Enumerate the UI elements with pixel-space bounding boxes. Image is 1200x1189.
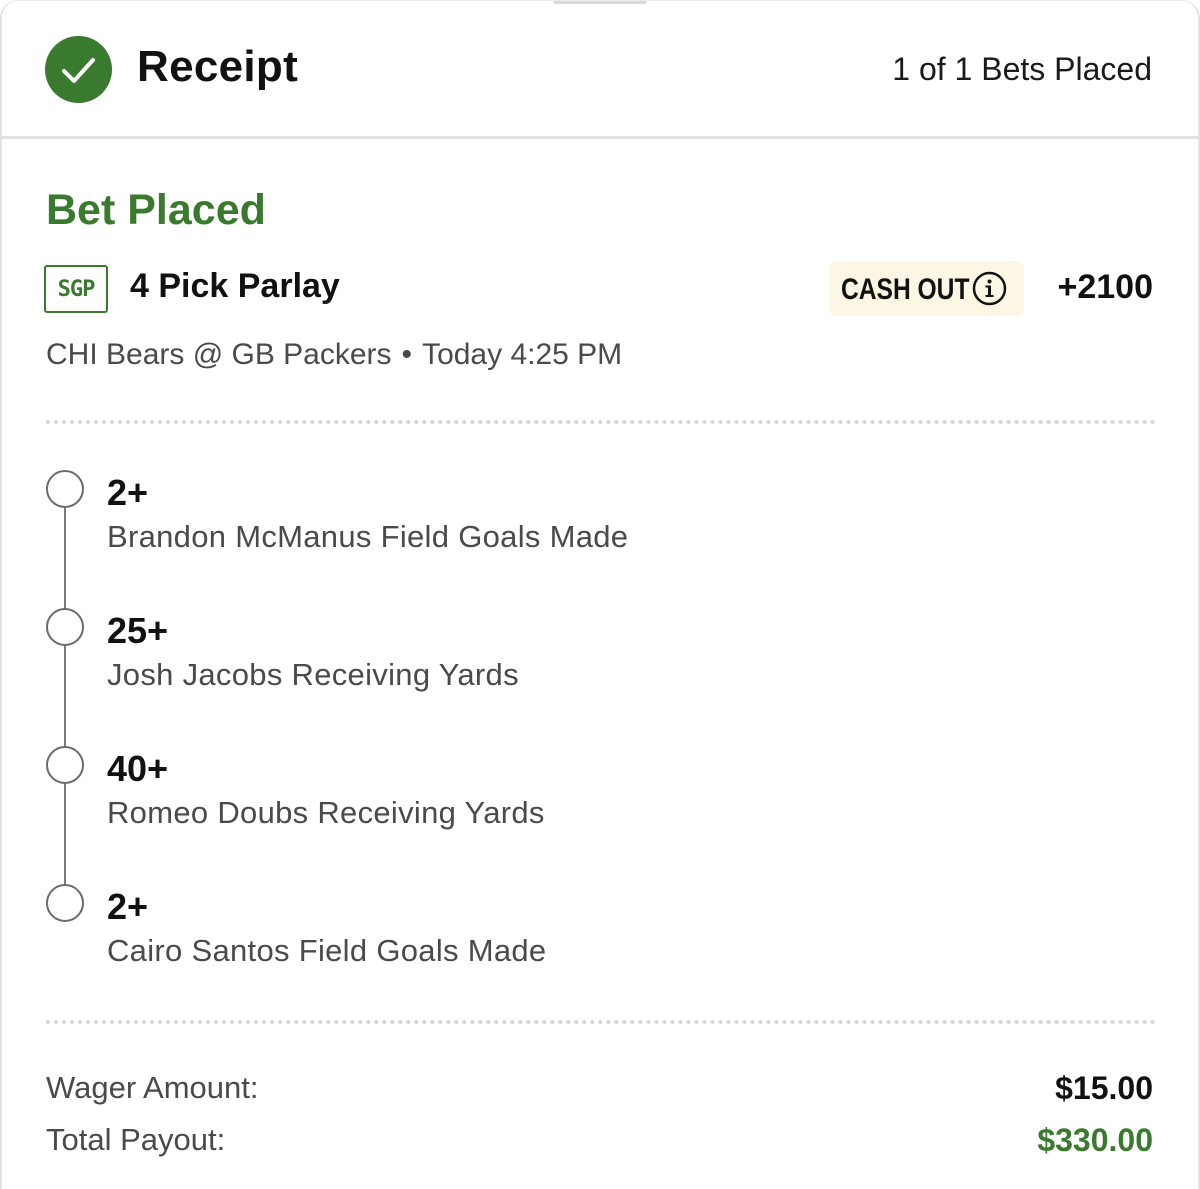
info-icon[interactable] xyxy=(972,271,1007,306)
leg-market: Cairo Santos Field Goals Made xyxy=(107,933,547,968)
leg-line: 2+ xyxy=(107,472,149,513)
page-title: Receipt xyxy=(137,42,299,91)
receipt-header: Receipt 1 of 1 Bets Placed xyxy=(0,0,1200,139)
cash-out-label: CASH OUT xyxy=(841,273,970,306)
sheet-border xyxy=(0,0,1200,1189)
parlay-leg: 25+ Josh Jacobs Receiving Yards xyxy=(0,608,1100,708)
leg-market: Romeo Doubs Receiving Yards xyxy=(107,795,545,830)
leg-status-circle-icon xyxy=(46,746,84,784)
total-payout: $330.00 xyxy=(1037,1122,1153,1158)
check-circle-icon xyxy=(45,36,112,103)
bet-status: Bet Placed xyxy=(46,186,266,234)
leg-status-circle-icon xyxy=(46,608,84,646)
event-time: Today 4:25 PM xyxy=(422,338,623,371)
divider xyxy=(46,1020,1156,1024)
leg-market: Brandon McManus Field Goals Made xyxy=(107,519,629,554)
leg-status-circle-icon xyxy=(46,470,84,508)
leg-line: 2+ xyxy=(107,886,149,927)
leg-line: 40+ xyxy=(107,748,169,789)
cash-out-button[interactable]: CASH OUT xyxy=(829,261,1024,316)
leg-status-circle-icon xyxy=(46,884,84,922)
divider xyxy=(46,420,1156,424)
parlay-leg: 40+ Romeo Doubs Receiving Yards xyxy=(0,746,1100,846)
parlay-leg: 2+ Cairo Santos Field Goals Made xyxy=(0,884,1100,984)
bets-placed-count: 1 of 1 Bets Placed xyxy=(892,51,1152,87)
wager-amount: $15.00 xyxy=(1055,1070,1153,1106)
leg-market: Josh Jacobs Receiving Yards xyxy=(107,657,519,692)
event-matchup: CHI Bears @ GB Packers xyxy=(46,338,392,371)
parlay-odds: +2100 xyxy=(1057,268,1154,306)
payout-label: Total Payout: xyxy=(46,1122,226,1157)
wager-label: Wager Amount: xyxy=(46,1070,259,1105)
event-info: CHI Bears @ GB Packers • Today 4:25 PM xyxy=(46,338,622,372)
parlay-leg: 2+ Brandon McManus Field Goals Made xyxy=(0,470,1100,570)
parlay-title: 4 Pick Parlay xyxy=(130,267,340,305)
separator-dot: • xyxy=(401,338,413,371)
leg-line: 25+ xyxy=(107,610,169,651)
sgp-badge: SGP xyxy=(44,265,108,313)
